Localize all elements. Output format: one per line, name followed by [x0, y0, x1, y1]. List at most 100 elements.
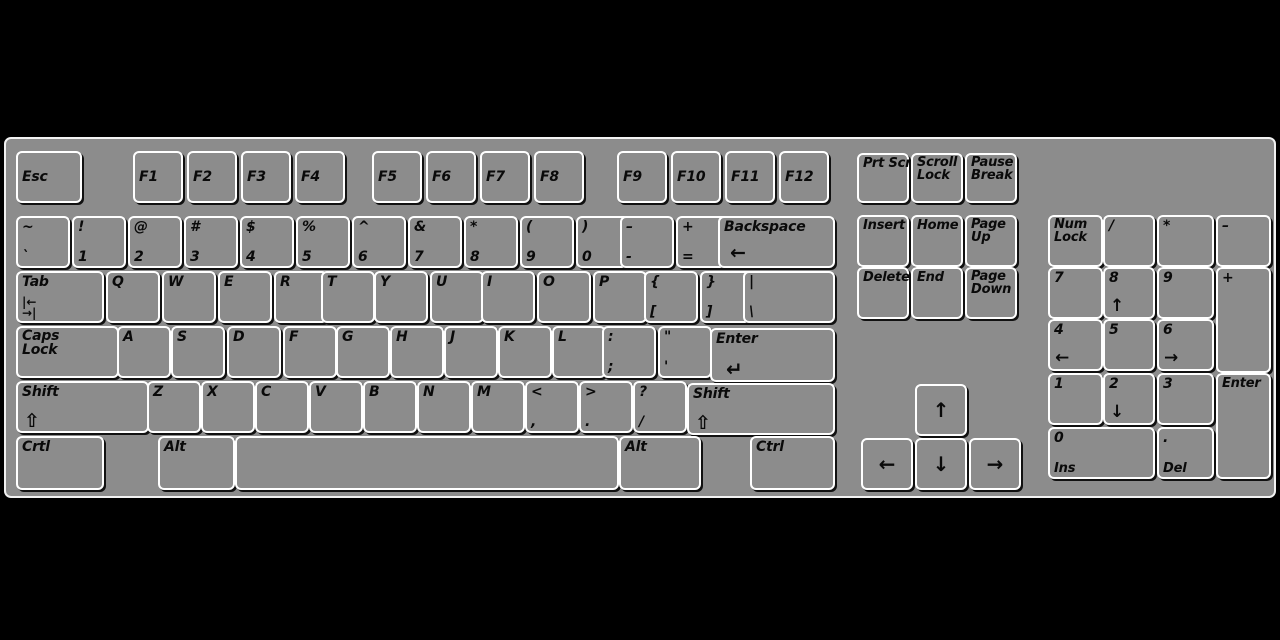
key-8[interactable]: * 8	[464, 216, 518, 268]
key-s[interactable]: S	[171, 326, 225, 378]
key-f[interactable]: F	[283, 326, 337, 378]
key-insert[interactable]: Insert	[857, 215, 909, 267]
key-h[interactable]: H	[390, 326, 444, 378]
key-numpad-divide[interactable]: /	[1103, 215, 1155, 267]
key-numpad-9[interactable]: 9	[1157, 267, 1214, 319]
key-semicolon[interactable]: : ;	[602, 326, 656, 378]
key-f10[interactable]: F10	[671, 151, 721, 203]
key-f11[interactable]: F11	[725, 151, 775, 203]
key-numpad-1[interactable]: 1	[1048, 373, 1103, 425]
key-ctrl-right[interactable]: Ctrl	[750, 436, 835, 490]
key-f7[interactable]: F7	[480, 151, 530, 203]
key-f9[interactable]: F9	[617, 151, 667, 203]
key-space[interactable]	[235, 436, 619, 490]
key-esc[interactable]: Esc	[16, 151, 82, 203]
key-numpad-5[interactable]: 5	[1103, 319, 1155, 371]
key-page-down[interactable]: Page Down	[965, 267, 1017, 319]
key-num-lock[interactable]: Num Lock	[1048, 215, 1103, 267]
key-enter[interactable]: Enter ↵	[710, 328, 835, 382]
key-e[interactable]: E	[218, 271, 272, 323]
key-arrow-up[interactable]: ↑	[915, 384, 967, 436]
key-q[interactable]: Q	[106, 271, 160, 323]
key-6[interactable]: ^ 6	[352, 216, 406, 268]
key-slash[interactable]: ? /	[633, 381, 687, 433]
key-numpad-0[interactable]: 0 Ins	[1048, 427, 1155, 479]
key-shift-left[interactable]: Shift ⇧	[16, 381, 149, 433]
key-m[interactable]: M	[471, 381, 525, 433]
key-3[interactable]: # 3	[184, 216, 238, 268]
key-f8[interactable]: F8	[534, 151, 584, 203]
key-2[interactable]: @ 2	[128, 216, 182, 268]
key-alt-right[interactable]: Alt	[619, 436, 701, 490]
key-numpad-multiply[interactable]: *	[1157, 215, 1214, 267]
key-l[interactable]: L	[552, 326, 606, 378]
key-backspace[interactable]: Backspace ←	[718, 216, 835, 268]
key-numpad-2[interactable]: 2 ↓	[1103, 373, 1155, 425]
key-f5[interactable]: F5	[372, 151, 422, 203]
key-numpad-7[interactable]: 7	[1048, 267, 1103, 319]
key-u[interactable]: U	[430, 271, 484, 323]
key-arrow-left[interactable]: ←	[861, 438, 913, 490]
key-y[interactable]: Y	[374, 271, 428, 323]
key-f3[interactable]: F3	[241, 151, 291, 203]
key-numpad-4[interactable]: 4 ←	[1048, 319, 1103, 371]
key-arrow-down[interactable]: ↓	[915, 438, 967, 490]
key-end[interactable]: End	[911, 267, 963, 319]
key-arrow-right[interactable]: →	[969, 438, 1021, 490]
key-k[interactable]: K	[498, 326, 552, 378]
key-bracket-left[interactable]: { [	[644, 271, 698, 323]
key-f2[interactable]: F2	[187, 151, 237, 203]
key-scroll-lock[interactable]: Scroll Lock	[911, 153, 963, 203]
key-numpad-decimal[interactable]: . Del	[1157, 427, 1214, 479]
key-numpad-3[interactable]: 3	[1157, 373, 1214, 425]
key-w[interactable]: W	[162, 271, 216, 323]
key-f4[interactable]: F4	[295, 151, 345, 203]
key-4[interactable]: $ 4	[240, 216, 294, 268]
key-print-screen[interactable]: Prt Scr	[857, 153, 912, 203]
key-p[interactable]: P	[593, 271, 647, 323]
key-numpad-add[interactable]: +	[1216, 267, 1271, 373]
key-numpad-6[interactable]: 6 →	[1157, 319, 1214, 371]
key-g[interactable]: G	[336, 326, 390, 378]
key-f1[interactable]: F1	[133, 151, 183, 203]
key-tab[interactable]: Tab |← →|	[16, 271, 104, 323]
key-caps-lock[interactable]: Caps Lock	[16, 326, 119, 378]
key-z[interactable]: Z	[147, 381, 201, 433]
key-t[interactable]: T	[321, 271, 375, 323]
key-home[interactable]: Home	[911, 215, 963, 267]
key-1[interactable]: ! 1	[72, 216, 126, 268]
key-numpad-8[interactable]: 8 ↑	[1103, 267, 1155, 319]
key-o[interactable]: O	[537, 271, 591, 323]
key-label: H	[396, 329, 408, 345]
key-r[interactable]: R	[274, 271, 328, 323]
key-numpad-enter[interactable]: Enter	[1216, 373, 1271, 479]
key-backslash[interactable]: | \	[743, 271, 835, 323]
key-9[interactable]: ( 9	[520, 216, 574, 268]
key-page-up[interactable]: Page Up	[965, 215, 1017, 267]
key-a[interactable]: A	[117, 326, 171, 378]
key-quote[interactable]: " '	[658, 326, 712, 378]
key-v[interactable]: V	[309, 381, 363, 433]
key-i[interactable]: I	[481, 271, 535, 323]
key-c[interactable]: C	[255, 381, 309, 433]
key-comma[interactable]: < ,	[525, 381, 579, 433]
key-n[interactable]: N	[417, 381, 471, 433]
key-shift-right[interactable]: Shift ⇧	[687, 383, 835, 435]
key-b[interactable]: B	[363, 381, 417, 433]
key-7[interactable]: & 7	[408, 216, 462, 268]
key-period[interactable]: > .	[579, 381, 633, 433]
key-grave[interactable]: ~ `	[16, 216, 70, 268]
key-5[interactable]: % 5	[296, 216, 350, 268]
key-f6[interactable]: F6	[426, 151, 476, 203]
key-alt-left[interactable]: Alt	[158, 436, 235, 490]
key-minus[interactable]: – -	[620, 216, 674, 268]
key-delete[interactable]: Delete	[857, 267, 910, 319]
key-d[interactable]: D	[227, 326, 281, 378]
key-f12[interactable]: F12	[779, 151, 829, 203]
key-pause-break[interactable]: Pause Break	[965, 153, 1017, 203]
key-x[interactable]: X	[201, 381, 255, 433]
key-numpad-subtract[interactable]: –	[1216, 215, 1271, 267]
key-j[interactable]: J	[444, 326, 498, 378]
key-label: Alt	[164, 439, 186, 455]
key-ctrl-left[interactable]: Crtl	[16, 436, 104, 490]
